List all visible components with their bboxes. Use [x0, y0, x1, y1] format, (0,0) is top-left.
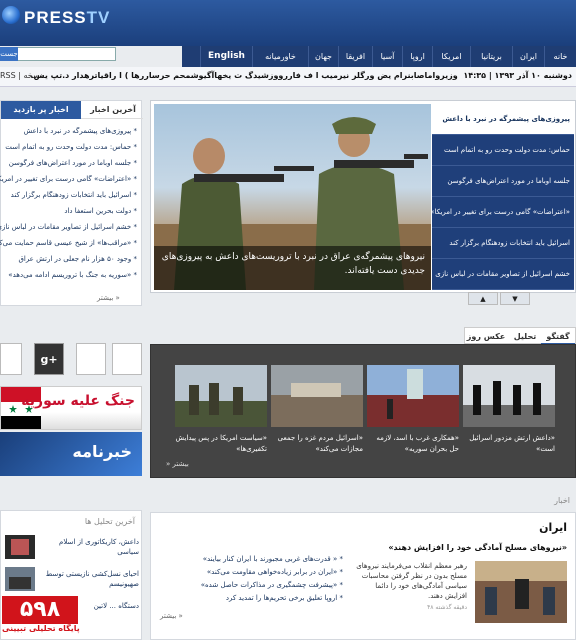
tab-latest-news[interactable]: آخرین اخبار [83, 101, 143, 119]
slider-up-button[interactable]: ▲ [468, 292, 498, 305]
slider-down-button[interactable]: ▼ [500, 292, 530, 305]
nav-world[interactable]: جهان [308, 46, 338, 67]
watermark-logo: ۵۹۸ [2, 596, 78, 624]
news-item[interactable]: * جلسه اوباما در مورد اعتراض‌های فرگوسن [0, 159, 137, 167]
news-item[interactable]: * وجود ۵۰ هزار نام جعلی در ارتش عراق [0, 255, 137, 263]
iran-summary: رهبر معظم انقلاب می‌فرمایند نیروهای مسلح… [356, 562, 467, 600]
gallery-image [367, 365, 459, 427]
social-icon[interactable] [76, 343, 106, 375]
logo-text: PRESS [24, 8, 87, 27]
hero-list-item[interactable]: جلسه اوباما در مورد اعتراض‌های فرگوسن [432, 166, 574, 197]
nav-europe[interactable]: اروپا [402, 46, 432, 67]
site-logo[interactable]: PRESSTV [24, 8, 110, 28]
social-icon[interactable] [0, 343, 22, 375]
hero-list-item[interactable]: «اعتراضات» گامی درست برای تغییر در امریک… [432, 197, 574, 228]
news-item[interactable]: * خشم اسرائیل از تصاویر مقامات در لباس ن… [0, 223, 137, 231]
newsletter-banner-text: خبرنامه [72, 442, 132, 461]
gallery-tabs: گفتگو تحلیل عکس روز [463, 327, 576, 345]
news-more-link[interactable]: بیشتر » [97, 294, 120, 302]
gallery-image [271, 365, 363, 427]
social-icon[interactable] [112, 343, 142, 375]
newsletter-banner[interactable]: خبرنامه [0, 432, 142, 476]
ticker-text[interactable]: دوشنبه ۱۰ آذر ۱۳۹۳ | ۱۴:۳۵ وزیرواماصابنر… [30, 71, 572, 80]
analysis-text: احیای نسل‌کشی نازیستی توسط صهیونیسم [45, 570, 139, 588]
news-item[interactable]: * «مراقب‌ها» از شیخ عیسی قاسم حمایت می‌ک… [0, 239, 137, 247]
ticker-headline: وزیرواماصابنرام یض ورگلر نیرمیب ا ف فارر… [30, 71, 458, 80]
analysis-text: داعش، کاریکاتوری از اسلام سیاسی [59, 538, 139, 556]
tab-most-visited[interactable]: اخبار پر بازدید [1, 101, 81, 119]
nav-britain[interactable]: بریتانیا [470, 46, 512, 67]
analysis-item[interactable]: داعش، کاریکاتوری از اسلام سیاسی [5, 535, 139, 563]
iran-link[interactable]: * « قدرت‌های غربی مجبورند با ایران کنار … [153, 555, 343, 563]
gallery-more-link[interactable]: » بیشتر [166, 460, 189, 468]
logo-globe-icon[interactable] [2, 6, 20, 24]
analysis-thumbnail [5, 535, 35, 559]
news-column: آخرین اخبار اخبار پر بازدید * پیروزی‌های… [0, 100, 143, 306]
nav-asia[interactable]: آسیا [372, 46, 402, 67]
google-plus-icon[interactable]: g+ [34, 343, 64, 375]
iran-more-link[interactable]: بیشتر » [160, 612, 183, 620]
nav-america[interactable]: امریکا [432, 46, 470, 67]
syria-war-banner[interactable]: جنگ علیه سوریه [0, 386, 142, 430]
hero-list-item[interactable]: خشم اسرائیل از تصاویر مقامات در لباس ناز… [432, 259, 574, 290]
news-tabs: آخرین اخبار اخبار پر بازدید [1, 101, 143, 119]
hero-caption[interactable]: نیروهای پیشمرگه‌ی عراق در نبرد با تروریس… [154, 246, 431, 290]
analysis-title: آخرین تحلیل ها [84, 517, 135, 526]
gallery-thumbnail[interactable] [175, 365, 267, 427]
gallery-caption: «اسرائیل مردم غزه را جمعی مجازات می‌کند» [277, 434, 363, 453]
gallery-image [175, 365, 267, 427]
analysis-item[interactable]: احیای نسل‌کشی نازیستی توسط صهیونیسم [5, 567, 139, 595]
gallery-item[interactable]: «همکاری غرب با اسد، لازمه حل بحران سوریه… [367, 365, 459, 455]
iran-link[interactable]: * اروپا تعلیق برخی تحریم‌ها را تمدید کرد [153, 594, 343, 602]
iran-link[interactable]: * «پیشرفت چشمگیری در مذاکرات حاصل شده» [153, 581, 343, 589]
nav-iran[interactable]: ایران [512, 46, 544, 67]
news-item[interactable]: * اسرائیل باید انتخابات زودهنگام برگزار … [0, 191, 137, 199]
gallery-thumbnail[interactable] [271, 365, 363, 427]
hero-headline-list: پیروزی‌های پیشمرگه در نبرد با داعش حماس:… [432, 104, 574, 290]
gallery-caption: «همکاری غرب با اسد، لازمه حل بحران سوریه… [376, 434, 459, 453]
news-item[interactable]: * پیروزی‌های پیشمرگه در نبرد با داعش [0, 127, 137, 135]
hero-slider: نیروهای پیشمرگه‌ی عراق در نبرد با تروریس… [150, 100, 576, 293]
nav-middle-east[interactable]: خاورمیانه [252, 46, 308, 67]
gallery-image [463, 365, 555, 427]
tab-interview[interactable]: گفتگو [541, 328, 575, 345]
gallery-thumbnail[interactable] [367, 365, 459, 427]
search-button[interactable]: جست [0, 47, 18, 61]
gallery-thumbnail[interactable] [463, 365, 555, 427]
ticker-date: دوشنبه ۱۰ آذر ۱۳۹۳ | ۱۴:۳۵ [463, 71, 572, 80]
tab-photo-of-day[interactable]: عکس روز [463, 328, 509, 345]
news-item[interactable]: * دولت بحرین استعفا داد [0, 207, 137, 215]
iran-photo-image [475, 561, 567, 623]
gallery-caption: «سیاست امریکا در پس پیدایش تکفیری‌ها» [175, 434, 267, 453]
iran-timestamp: ۴۸ دقیقه گذشته [427, 604, 467, 611]
news-item[interactable]: * «اعتراضات» گامی درست برای تغییر در امر… [0, 175, 137, 183]
iran-photo[interactable] [475, 561, 567, 623]
main-nav: خانه ایران بریتانیا امریکا اروپا آسیا اف… [182, 46, 576, 67]
logo-tv: TV [86, 8, 111, 27]
news-item[interactable]: * «سوریه به جنگ با تروریسم ادامه می‌دهد» [0, 271, 137, 279]
hero-list-item[interactable]: اسرائیل باید انتخابات زودهنگام برگزار کن… [432, 228, 574, 259]
iran-link[interactable]: * «ایران در برابر زیاده‌خواهی مقاومت می‌… [153, 568, 343, 576]
gallery-item[interactable]: «اسرائیل مردم غزه را جمعی مجازات می‌کند» [271, 365, 363, 455]
syria-banner-text: جنگ علیه سوریه [21, 393, 135, 409]
hero-list-item[interactable]: حماس: مدت دولت وحدت رو به اتمام است [432, 135, 574, 166]
iran-section-title[interactable]: ایران [539, 521, 567, 534]
tab-analysis[interactable]: تحلیل [509, 328, 541, 345]
watermark-subtitle: پایگاه تحلیلی تبیینی [2, 624, 80, 633]
nav-english[interactable]: English [200, 46, 252, 67]
iran-section: ایران «نیروهای مسلح آمادگی خود را افزایش… [150, 512, 576, 640]
hero-image[interactable]: نیروهای پیشمرگه‌ی عراق در نبرد با تروریس… [154, 104, 431, 290]
iran-headline[interactable]: «نیروهای مسلح آمادگی خود را افزایش دهند» [388, 543, 567, 552]
analysis-thumbnail [5, 567, 35, 591]
section-label: اخبار [554, 496, 570, 505]
news-item[interactable]: * حماس: مدت دولت وحدت رو به اتمام است [0, 143, 137, 151]
nav-africa[interactable]: افریقا [338, 46, 372, 67]
gallery-item[interactable]: «داعش ارتش مزدور اسرائیل است» [463, 365, 555, 455]
gallery-caption: «داعش ارتش مزدور اسرائیل است» [469, 434, 555, 453]
hero-list-item[interactable]: پیروزی‌های پیشمرگه در نبرد با داعش [432, 104, 574, 135]
gallery-panel: «داعش ارتش مزدور اسرائیل است» «همکاری غر… [150, 344, 576, 478]
gallery-item[interactable]: «سیاست امریکا در پس پیدایش تکفیری‌ها» [175, 365, 267, 455]
nav-home[interactable]: خانه [544, 46, 576, 67]
